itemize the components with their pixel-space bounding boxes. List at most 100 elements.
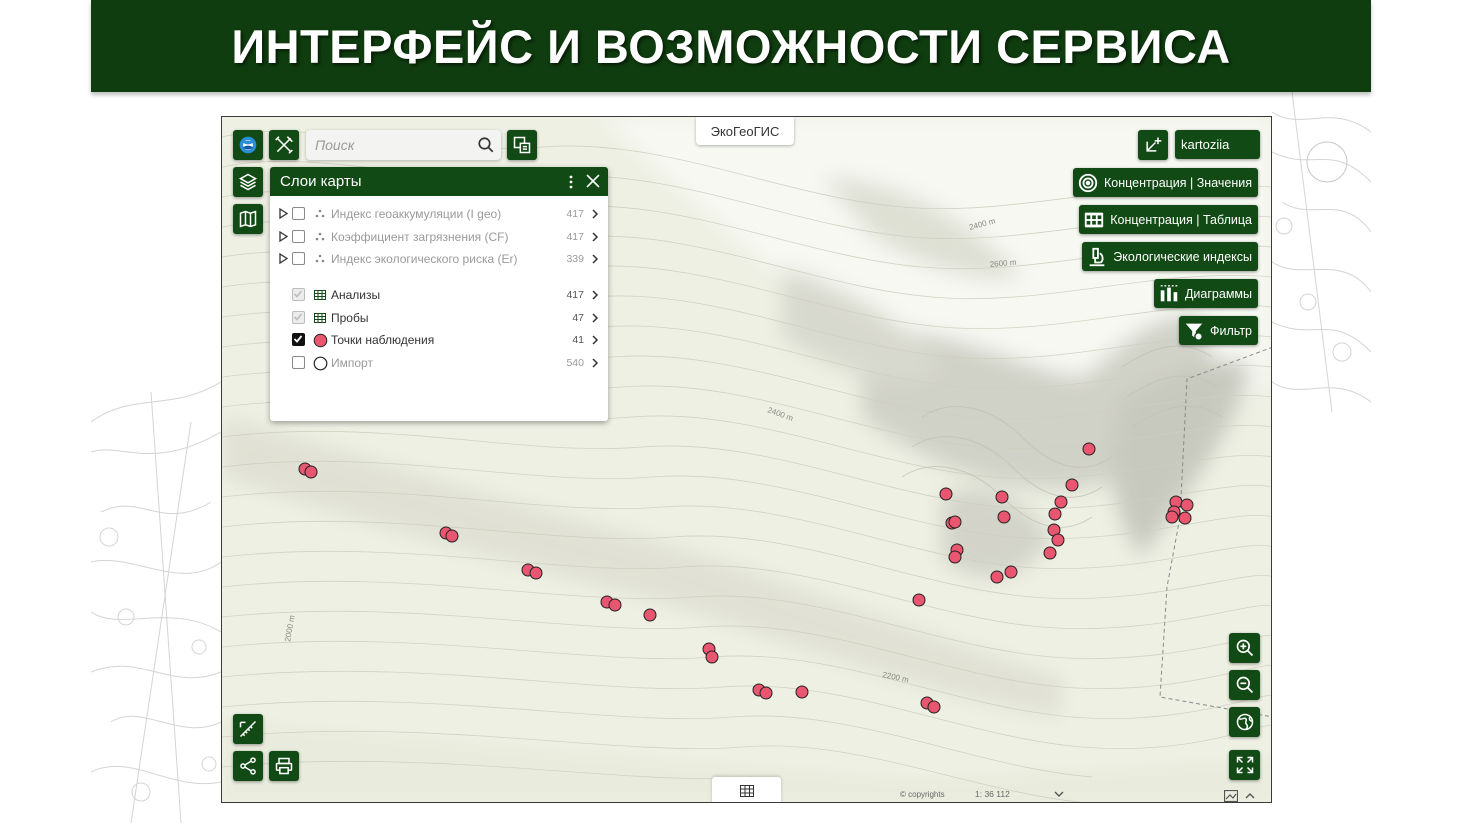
search-icon[interactable] [477, 136, 495, 154]
map-scale: 1: 36 112 [975, 789, 1010, 799]
zoom-out-button[interactable] [1229, 670, 1260, 700]
share-icon [240, 757, 256, 775]
measure-button[interactable] [233, 714, 263, 744]
more-vertical-icon[interactable] [564, 174, 578, 190]
add-area-button[interactable] [1138, 130, 1168, 160]
observation-point-marker[interactable] [948, 550, 962, 564]
microscope-icon [1086, 246, 1108, 268]
layer-row[interactable]: Коэффициент загрязнения (CF) 417 [270, 227, 608, 247]
user-name[interactable]: kartoziia [1175, 130, 1260, 159]
points-icon [312, 206, 328, 222]
ecological-indices-button[interactable]: Экологические индексы [1082, 242, 1258, 271]
slide: ИНТЕРФЕЙС И ВОЗМОЖНОСТИ СЕРВИСА 2400 m 2… [0, 0, 1462, 823]
layer-name: Точки наблюдения [331, 333, 435, 347]
expand-triangle-icon[interactable] [279, 208, 288, 219]
grid-table-icon [1083, 209, 1105, 231]
printer-icon [275, 757, 293, 775]
map-select-button[interactable] [507, 130, 537, 160]
observation-point-marker[interactable] [529, 566, 543, 580]
chevron-right-icon[interactable] [591, 335, 599, 345]
observation-point-marker[interactable] [1180, 498, 1194, 512]
basemap-button[interactable] [233, 204, 263, 234]
observation-point-marker[interactable] [1051, 533, 1065, 547]
observation-point-marker[interactable] [705, 650, 719, 664]
map-copyright: © copyrights [900, 790, 945, 799]
diagrams-button[interactable]: Диаграммы [1153, 279, 1258, 308]
observation-point-marker[interactable] [1054, 495, 1068, 509]
overview-map-icon[interactable] [1224, 790, 1238, 802]
layer-checkbox[interactable] [292, 252, 305, 265]
close-icon[interactable] [586, 174, 600, 188]
observation-point-marker[interactable] [1082, 442, 1096, 456]
bar-chart-icon [1158, 283, 1180, 305]
observation-point-marker[interactable] [643, 608, 657, 622]
layer-checkbox[interactable] [292, 230, 305, 243]
observation-point-marker[interactable] [608, 598, 622, 612]
observation-point-marker[interactable] [1165, 510, 1179, 524]
layers-button[interactable] [233, 167, 263, 197]
observation-point-marker[interactable] [995, 490, 1009, 504]
layer-checkbox[interactable] [292, 207, 305, 220]
observation-point-marker[interactable] [1004, 565, 1018, 579]
chevron-right-icon[interactable] [591, 232, 599, 242]
observation-point-marker[interactable] [304, 465, 318, 479]
search-input[interactable] [306, 131, 466, 159]
chevron-right-icon[interactable] [591, 290, 599, 300]
empty-circle-icon [312, 355, 328, 371]
observation-point-marker[interactable] [912, 593, 926, 607]
layer-row[interactable]: Точки наблюдения 41 [270, 330, 608, 350]
layer-checkbox[interactable] [292, 333, 305, 346]
layer-row[interactable]: Пробы 47 [270, 308, 608, 328]
expand-triangle-icon[interactable] [279, 231, 288, 242]
chevron-up-icon[interactable] [1244, 791, 1256, 801]
observation-point-marker[interactable] [939, 487, 953, 501]
logo-button[interactable] [233, 130, 263, 160]
left-decorative-map [91, 92, 221, 823]
observation-point-marker[interactable] [759, 686, 773, 700]
observation-point-marker[interactable] [927, 700, 941, 714]
title-banner: ИНТЕРФЕЙС И ВОЗМОЖНОСТИ СЕРВИСА [91, 0, 1371, 92]
observation-point-marker[interactable] [1043, 546, 1057, 560]
search-box[interactable] [306, 130, 501, 160]
map-window[interactable]: 2400 m 2600 m 2400 m 2200 m 2000 m Поиск… [221, 116, 1272, 803]
layer-name: Пробы [331, 311, 369, 325]
observation-point-marker[interactable] [795, 685, 809, 699]
observation-point-marker[interactable] [1178, 511, 1192, 525]
observation-point-marker[interactable] [445, 529, 459, 543]
layer-checkbox[interactable] [292, 356, 305, 369]
concentration-table-button[interactable]: Концентрация | Таблица [1079, 205, 1258, 234]
map-book-icon [239, 210, 257, 228]
layer-row[interactable]: Индекс геоаккумуляции (I geo) 417 [270, 204, 608, 224]
zoom-in-button[interactable] [1229, 633, 1260, 663]
layer-count: 339 [566, 253, 584, 265]
layer-checkbox[interactable] [292, 311, 305, 324]
filter-button[interactable]: Фильтр [1179, 316, 1258, 345]
layer-row[interactable]: Анализы 417 [270, 285, 608, 305]
full-extent-button[interactable] [1229, 707, 1260, 737]
tools-button[interactable] [269, 130, 299, 160]
layer-row[interactable]: Индекс экологического риска (Er) 339 [270, 249, 608, 269]
expand-triangle-icon[interactable] [279, 253, 288, 264]
layer-checkbox[interactable] [292, 288, 305, 301]
fullscreen-button[interactable] [1229, 750, 1260, 780]
concentration-values-button[interactable]: Концентрация | Значения [1073, 168, 1258, 197]
observation-point-marker[interactable] [948, 515, 962, 529]
chevron-down-icon[interactable] [1053, 789, 1065, 799]
layer-count: 41 [572, 334, 584, 346]
layer-row[interactable]: Импорт 540 [270, 353, 608, 373]
ecological-indices-label: Экологические индексы [1113, 249, 1252, 264]
slide-title: ИНТЕРФЕЙС И ВОЗМОЖНОСТИ СЕРВИСА [231, 19, 1231, 73]
observation-point-marker[interactable] [990, 570, 1004, 584]
chevron-right-icon[interactable] [591, 358, 599, 368]
chevron-right-icon[interactable] [591, 254, 599, 264]
table-icon [312, 287, 328, 303]
print-button[interactable] [269, 751, 299, 781]
chevron-right-icon[interactable] [591, 209, 599, 219]
chevron-right-icon[interactable] [591, 313, 599, 323]
observation-point-marker[interactable] [1065, 478, 1079, 492]
layer-name: Импорт [331, 356, 373, 370]
share-button[interactable] [233, 751, 263, 781]
attribute-table-toggle[interactable] [712, 777, 781, 802]
observation-point-marker[interactable] [997, 510, 1011, 524]
observation-point-marker[interactable] [1048, 507, 1062, 521]
